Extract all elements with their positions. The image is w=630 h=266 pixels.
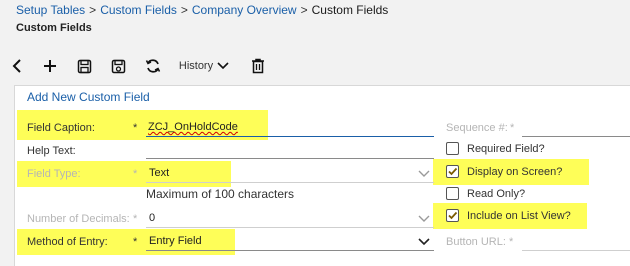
number-of-decimals-required-mark: * [133, 213, 138, 225]
read-only-checkbox[interactable] [446, 187, 459, 200]
back-icon [12, 59, 21, 73]
help-text-label: Help Text: [27, 145, 76, 157]
button-url-input[interactable] [522, 235, 630, 249]
field-caption-required-mark: * [133, 122, 138, 134]
help-text-underline [146, 158, 434, 159]
save-as-icon [111, 59, 125, 73]
custom-field-form: Add New Custom Field Field Caption: * ZC… [14, 85, 630, 266]
add-icon [44, 60, 56, 72]
sequence-underline [522, 136, 630, 137]
number-of-decimals-label: Number of Decimals: [27, 213, 130, 225]
method-of-entry-underline [146, 250, 434, 251]
breadcrumb-custom-fields[interactable]: Custom Fields [100, 3, 177, 17]
display-on-screen-label: Display on Screen? [467, 166, 563, 178]
breadcrumb-separator: > [300, 3, 308, 17]
button-url-underline [522, 250, 630, 251]
checkmark-icon [448, 167, 458, 176]
history-label: History [178, 60, 214, 72]
display-on-screen-checkbox[interactable] [446, 165, 459, 178]
breadcrumb-separator: > [180, 3, 188, 17]
form-title: Add New Custom Field [27, 90, 150, 104]
save-as-button[interactable] [108, 54, 128, 78]
field-caption-input[interactable]: ZCJ_OnHoldCode [148, 121, 238, 133]
history-dropdown[interactable]: History [176, 54, 232, 78]
number-of-decimals-select[interactable]: 0 [149, 212, 155, 224]
add-button[interactable] [40, 54, 60, 78]
checkmark-icon [448, 211, 458, 220]
save-icon [77, 59, 91, 73]
chevron-down-icon [418, 215, 430, 222]
breadcrumb: Setup Tables > Custom Fields > Company Overv… [16, 3, 388, 17]
field-caption-underline [146, 136, 434, 137]
field-type-label: Field Type: [27, 168, 81, 180]
breadcrumb-separator: > [89, 3, 97, 17]
delete-icon [252, 58, 264, 74]
back-button[interactable] [8, 54, 28, 78]
field-type-hint: Maximum of 100 characters [146, 187, 295, 201]
required-field-checkbox[interactable] [446, 142, 459, 155]
sequence-input[interactable] [522, 121, 630, 135]
required-field-label: Required Field? [467, 143, 545, 155]
button-url-label: Button URL: [446, 236, 506, 248]
button-url-required-mark: * [509, 236, 514, 248]
sequence-label: Sequence #: [446, 122, 508, 134]
field-caption-label: Field Caption: [27, 122, 95, 134]
field-type-select[interactable]: Text [149, 167, 169, 179]
chevron-down-icon [418, 238, 430, 246]
include-on-list-view-checkbox[interactable] [446, 209, 459, 222]
refresh-icon [145, 59, 161, 73]
breadcrumb-current: Custom Fields [311, 3, 389, 17]
method-of-entry-select[interactable]: Entry Field [149, 235, 202, 247]
breadcrumb-setup-tables[interactable]: Setup Tables [16, 3, 85, 17]
delete-button[interactable] [248, 54, 268, 78]
number-of-decimals-underline [146, 227, 434, 228]
method-of-entry-required-mark: * [133, 236, 138, 248]
save-button[interactable] [74, 54, 94, 78]
chevron-down-icon [418, 170, 430, 177]
field-type-required-mark: * [133, 168, 138, 180]
page-title: Custom Fields [16, 22, 92, 34]
toolbar: History [0, 52, 630, 80]
breadcrumb-company-overview[interactable]: Company Overview [192, 3, 297, 17]
method-of-entry-label: Method of Entry: [27, 236, 108, 248]
sequence-required-mark: * [510, 122, 515, 134]
read-only-label: Read Only? [467, 188, 526, 200]
help-text-input[interactable] [148, 144, 433, 158]
chevron-down-icon [217, 62, 229, 70]
include-on-list-view-label: Include on List View? [467, 210, 571, 222]
field-type-underline [146, 182, 434, 183]
refresh-button[interactable] [142, 54, 164, 78]
